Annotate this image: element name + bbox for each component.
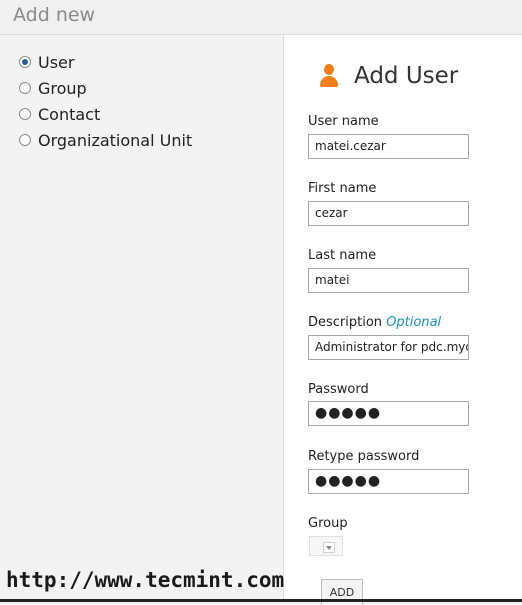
form-title: Add User: [354, 63, 459, 89]
radio-button-group[interactable]: [19, 82, 31, 94]
last-name-input[interactable]: matei: [308, 268, 469, 293]
chevron-down-icon[interactable]: [323, 542, 335, 553]
password-input[interactable]: ●●●●●: [308, 401, 469, 426]
last-name-label: Last name: [308, 248, 377, 263]
radio-button-user[interactable]: [19, 56, 31, 68]
object-type-panel: User Group Contact Organizational Unit: [0, 35, 284, 602]
radio-option-group[interactable]: Group: [19, 77, 87, 99]
optional-hint: Optional: [386, 315, 442, 330]
radio-button-contact[interactable]: [19, 108, 31, 120]
username-input[interactable]: matei.cezar: [308, 134, 469, 159]
first-name-input[interactable]: cezar: [308, 201, 469, 226]
first-name-label: First name: [308, 181, 377, 196]
add-user-form: Add User User name matei.cezar First nam…: [284, 35, 522, 605]
radio-label-organizational-unit: Organizational Unit: [38, 130, 193, 150]
dialog-header: Add new: [0, 0, 522, 35]
watermark: http://www.tecmint.com: [6, 568, 285, 592]
user-icon: [320, 64, 338, 88]
form-heading: Add User: [320, 63, 458, 89]
radio-button-organizational-unit[interactable]: [19, 134, 31, 146]
password-label: Password: [308, 382, 369, 397]
radio-option-organizational-unit[interactable]: Organizational Unit: [19, 129, 192, 151]
radio-option-contact[interactable]: Contact: [19, 103, 100, 125]
group-label: Group: [308, 516, 348, 531]
dialog-title: Add new: [13, 4, 96, 26]
retype-password-label: Retype password: [308, 449, 420, 464]
radio-label-contact: Contact: [38, 104, 101, 124]
username-label: User name: [308, 114, 379, 129]
radio-label-group: Group: [38, 78, 87, 98]
description-label: Description Optional: [308, 315, 441, 330]
radio-option-user[interactable]: User: [19, 51, 74, 73]
description-input[interactable]: Administrator for pdc.myd: [308, 335, 469, 360]
description-label-text: Description: [308, 315, 383, 330]
group-select[interactable]: [309, 536, 343, 556]
retype-password-input[interactable]: ●●●●●: [308, 469, 469, 494]
radio-label-user: User: [38, 52, 75, 72]
